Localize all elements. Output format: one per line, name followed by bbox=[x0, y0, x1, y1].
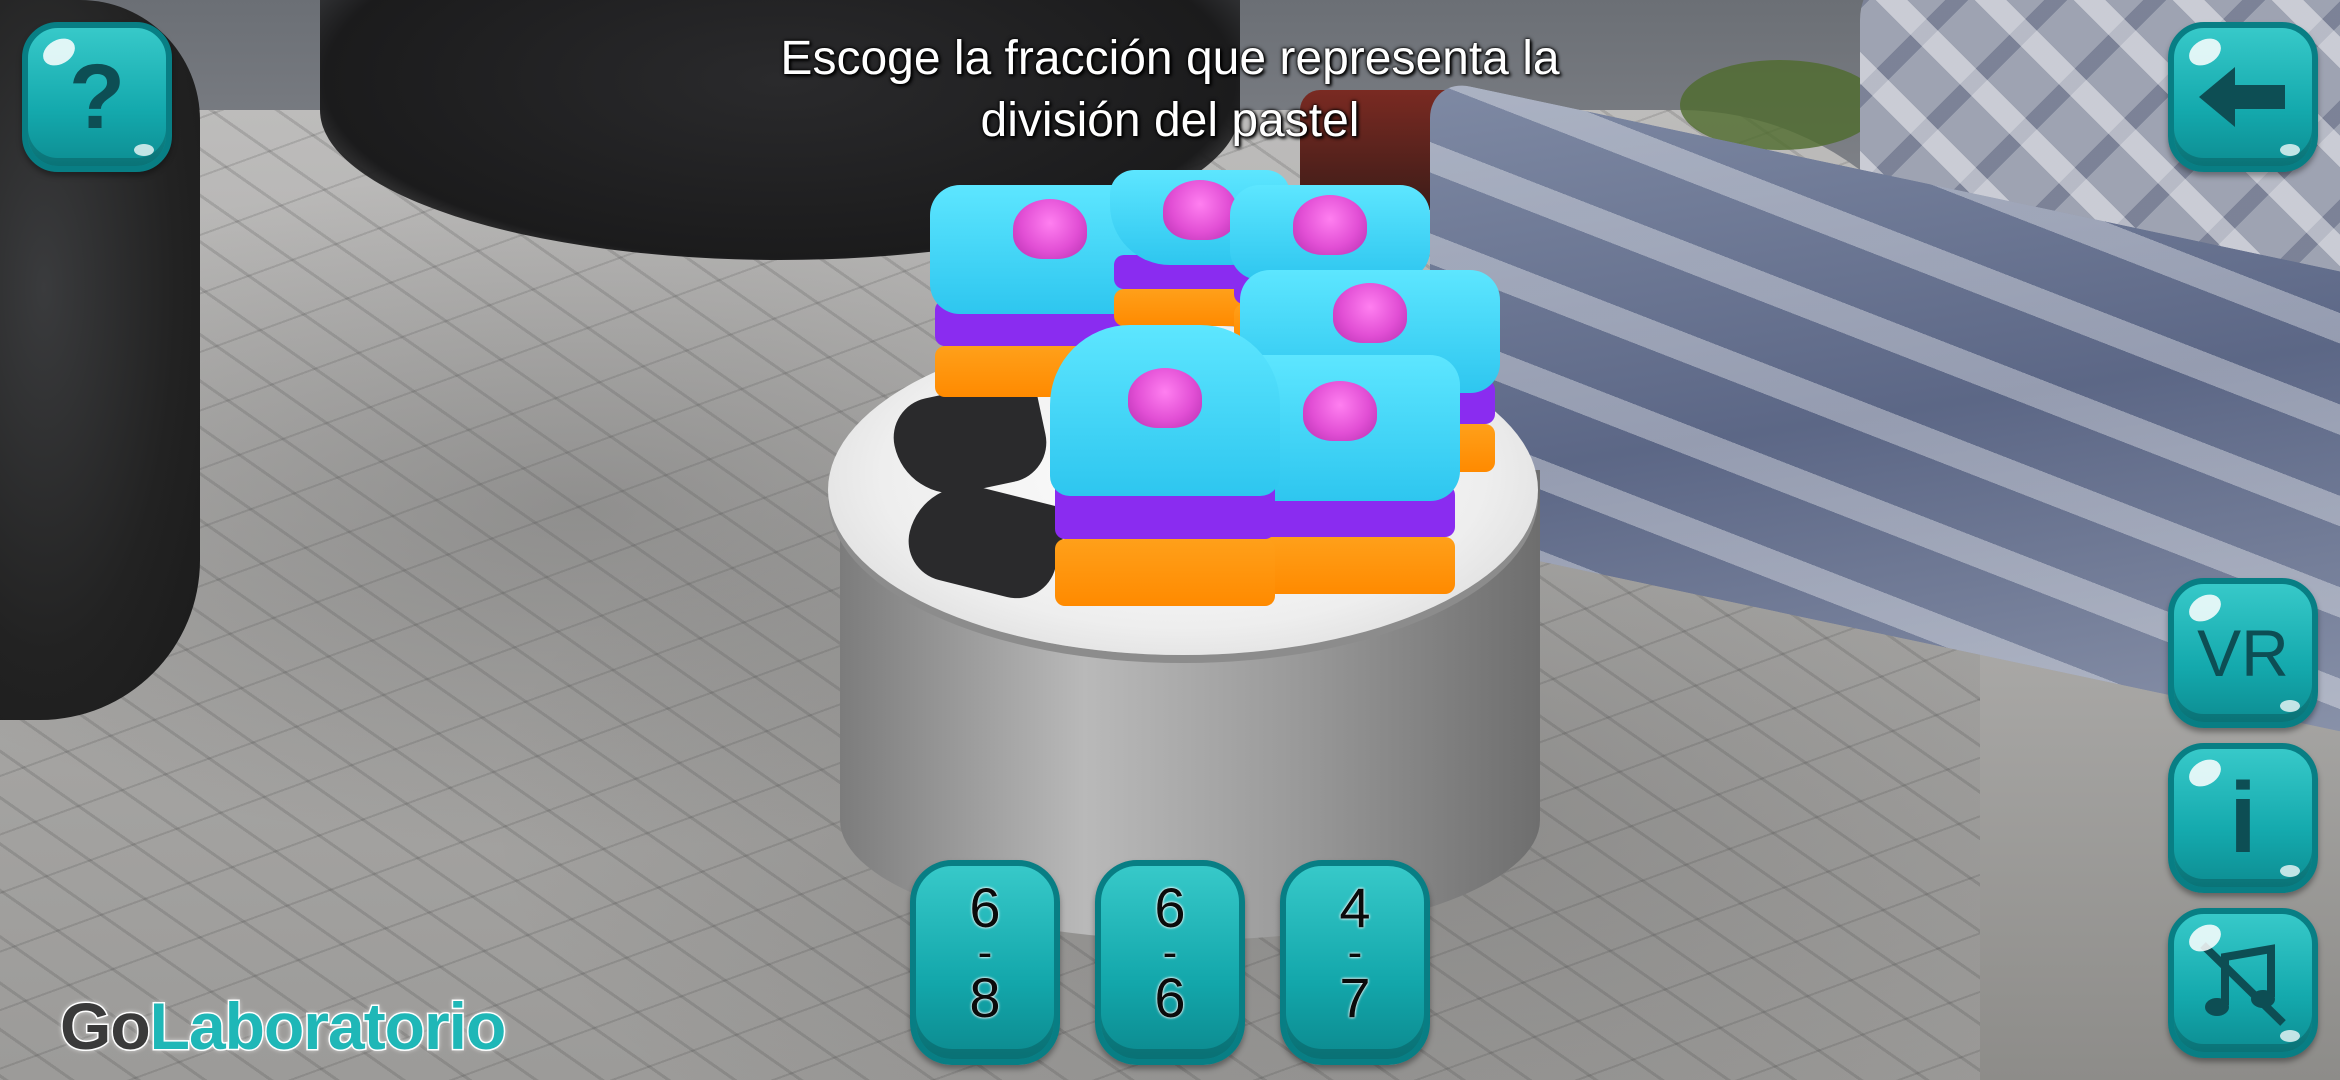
instruction-title: Escoge la fracción que representa la div… bbox=[780, 32, 1560, 147]
vr-label: VR bbox=[2197, 616, 2289, 690]
fraction: 4 - 7 bbox=[1286, 880, 1424, 1026]
button-shine bbox=[2184, 754, 2226, 792]
fraction: 6 - 8 bbox=[916, 880, 1054, 1026]
golaboratorio-logo: GoLaboratorio bbox=[59, 988, 508, 1065]
button-shine bbox=[2280, 144, 2300, 156]
sound-toggle-button[interactable] bbox=[2168, 908, 2318, 1058]
back-arrow-icon bbox=[2199, 67, 2285, 127]
vr-button[interactable]: VR bbox=[2168, 578, 2318, 728]
answer-option-2[interactable]: 6 - 6 bbox=[1095, 860, 1245, 1065]
help-button[interactable]: ? bbox=[22, 22, 172, 172]
fraction-bar: - bbox=[1162, 928, 1178, 977]
sound-off-icon bbox=[2200, 942, 2286, 1026]
logo-laboratorio: Laboratorio bbox=[148, 988, 508, 1065]
answer-option-3[interactable]: 4 - 7 bbox=[1280, 860, 1430, 1065]
button-shine bbox=[2280, 1030, 2300, 1042]
fraction-denominator: 7 bbox=[1339, 966, 1371, 1029]
fraction-denominator: 6 bbox=[1154, 966, 1186, 1029]
cake-slice bbox=[1050, 325, 1280, 630]
back-button[interactable] bbox=[2168, 22, 2318, 172]
ar-scene: Escoge la fracción que representa la div… bbox=[0, 0, 2340, 1080]
button-shine bbox=[2280, 865, 2300, 877]
info-button[interactable]: i bbox=[2168, 743, 2318, 893]
question-icon: ? bbox=[68, 46, 126, 148]
fraction-bar: - bbox=[1347, 928, 1363, 977]
answer-option-1[interactable]: 6 - 8 bbox=[910, 860, 1060, 1065]
info-icon: i bbox=[2229, 762, 2257, 874]
logo-go: Go bbox=[59, 988, 153, 1065]
fraction: 6 - 6 bbox=[1101, 880, 1239, 1026]
fraction-bar: - bbox=[977, 928, 993, 977]
button-shine bbox=[2280, 700, 2300, 712]
fraction-denominator: 8 bbox=[969, 966, 1001, 1029]
button-shine bbox=[134, 144, 154, 156]
